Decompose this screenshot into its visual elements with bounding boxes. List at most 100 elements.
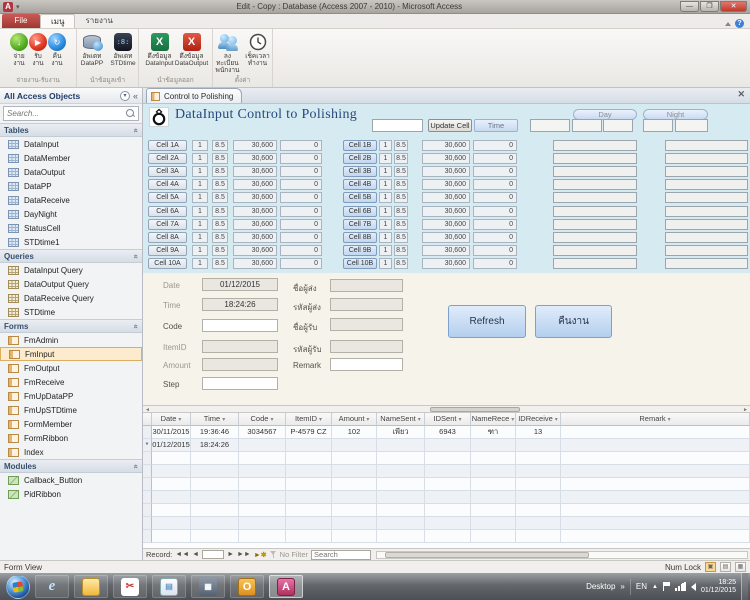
taskbar-ie-button[interactable]: e bbox=[35, 575, 69, 598]
previous-record-icon[interactable]: ◄ bbox=[192, 551, 199, 558]
nav-item-fminput[interactable]: FmInput bbox=[0, 347, 142, 361]
cell-button-cell-10b[interactable]: Cell 10B bbox=[343, 258, 377, 269]
datasheet-cell[interactable]: P-4579 CZ bbox=[286, 426, 332, 439]
nav-item-datareceive-query[interactable]: DataReceive Query bbox=[0, 291, 142, 305]
assign-work-button[interactable]: ↓ จ่าย งาน bbox=[10, 31, 28, 76]
datasheet-cell[interactable]: 3034567 bbox=[239, 426, 286, 439]
column-header-date[interactable]: Date▾ bbox=[152, 413, 191, 426]
datasheet-cell[interactable]: ฑา bbox=[471, 426, 516, 439]
field-input[interactable] bbox=[203, 378, 277, 389]
record-selector[interactable] bbox=[143, 478, 152, 491]
nav-item-fmadmin[interactable]: FmAdmin bbox=[0, 333, 142, 347]
cell-button-cell-10a[interactable]: Cell 10A bbox=[148, 258, 187, 269]
nav-item-fmoutput[interactable]: FmOutput bbox=[0, 361, 142, 375]
cell-button-cell-2a[interactable]: Cell 2A bbox=[148, 153, 187, 164]
datasheet-cell[interactable]: 30/11/2015 bbox=[152, 426, 191, 439]
shutter-close-icon[interactable]: « bbox=[133, 91, 138, 101]
nav-item-statuscell[interactable]: StatusCell bbox=[0, 221, 142, 235]
new-record-selector[interactable]: * bbox=[143, 439, 152, 452]
filter-icon[interactable] bbox=[270, 551, 277, 558]
nav-item-formmember[interactable]: FormMember bbox=[0, 417, 142, 431]
datasheet-cell[interactable] bbox=[561, 439, 750, 452]
column-header-itemid[interactable]: ItemID▾ bbox=[286, 413, 332, 426]
column-header-amount[interactable]: Amount▾ bbox=[332, 413, 377, 426]
action-center-flag-icon[interactable] bbox=[663, 582, 670, 591]
field-input[interactable] bbox=[203, 320, 277, 331]
record-selector[interactable] bbox=[143, 465, 152, 478]
collapse-ribbon-icon[interactable] bbox=[725, 22, 731, 26]
update-stdtime-button[interactable]: :8: อัพเดท STDtime bbox=[108, 31, 138, 76]
taskbar-outlook-button[interactable]: O bbox=[230, 575, 264, 598]
column-dropdown-icon[interactable]: ▾ bbox=[418, 417, 421, 423]
record-selector[interactable] bbox=[143, 517, 152, 530]
cell-button-cell-3b[interactable]: Cell 3B bbox=[343, 166, 377, 177]
return-work-button[interactable]: คืนงาน bbox=[535, 305, 612, 338]
datasheet-horizontal-scrollbar[interactable] bbox=[376, 551, 748, 559]
minimize-button[interactable]: — bbox=[680, 1, 699, 12]
nav-item-daynight[interactable]: DayNight bbox=[0, 207, 142, 221]
register-employee-button[interactable]: ลงทะเบียน พนักงาน bbox=[213, 31, 242, 76]
field-code[interactable] bbox=[202, 319, 278, 332]
restore-button[interactable]: ❐ bbox=[700, 1, 719, 12]
refresh-button[interactable]: Refresh bbox=[448, 305, 526, 338]
cell-button-cell-5a[interactable]: Cell 5A bbox=[148, 192, 187, 203]
field-remark[interactable] bbox=[330, 358, 403, 371]
collapse-chevron-icon[interactable]: « bbox=[131, 464, 140, 468]
cell-button-cell-8b[interactable]: Cell 8B bbox=[343, 232, 377, 243]
nav-item-stdtime[interactable]: STDtime bbox=[0, 305, 142, 319]
return-work-button[interactable]: ↻ คืน งาน bbox=[48, 31, 66, 76]
column-dropdown-icon[interactable]: ▾ bbox=[270, 417, 273, 423]
collapse-chevron-icon[interactable]: « bbox=[131, 324, 140, 328]
receive-work-button[interactable]: ▶ รับ งาน bbox=[29, 31, 47, 76]
collapse-chevron-icon[interactable]: « bbox=[131, 254, 140, 258]
record-selector[interactable] bbox=[143, 426, 152, 439]
column-header-namesent[interactable]: NameSent▾ bbox=[377, 413, 425, 426]
taskbar-notes-button[interactable]: ▤ bbox=[152, 575, 186, 598]
search-icon[interactable] bbox=[126, 109, 135, 118]
taskbar-access-button[interactable]: A bbox=[269, 575, 303, 598]
cell-button-cell-9b[interactable]: Cell 9B bbox=[343, 245, 377, 256]
update-datapp-button[interactable]: อัพเดท DataPP bbox=[77, 31, 107, 76]
cell-button-cell-8a[interactable]: Cell 8A bbox=[148, 232, 187, 243]
collapse-chevron-icon[interactable]: « bbox=[131, 128, 140, 132]
cell-button-cell-6a[interactable]: Cell 6A bbox=[148, 206, 187, 217]
select-all-cell[interactable] bbox=[143, 413, 152, 426]
nav-item-pidribbon[interactable]: PidRibbon bbox=[0, 487, 142, 501]
column-dropdown-icon[interactable]: ▾ bbox=[366, 417, 369, 423]
datasheet-cell[interactable] bbox=[516, 439, 561, 452]
nav-item-fmreceive[interactable]: FmReceive bbox=[0, 375, 142, 389]
new-record-icon[interactable]: ►✱ bbox=[254, 551, 267, 559]
nav-search-input[interactable] bbox=[4, 108, 126, 120]
column-header-idreceive[interactable]: IDReceive▾ bbox=[516, 413, 561, 426]
column-dropdown-icon[interactable]: ▾ bbox=[555, 417, 558, 423]
datasheet-cell[interactable]: 18:24:26 bbox=[191, 439, 239, 452]
datasheet-cell[interactable]: เพียว bbox=[377, 426, 425, 439]
taskbar-snipping-button[interactable]: ✂ bbox=[113, 575, 147, 598]
start-button[interactable] bbox=[6, 575, 30, 599]
cell-button-cell-9a[interactable]: Cell 9A bbox=[148, 245, 187, 256]
field-step[interactable] bbox=[202, 377, 278, 390]
cell-button-cell-7b[interactable]: Cell 7B bbox=[343, 219, 377, 230]
column-dropdown-icon[interactable]: ▾ bbox=[511, 417, 514, 423]
scrollbar-thumb[interactable] bbox=[385, 552, 588, 558]
nav-section-tables[interactable]: Tables« bbox=[0, 123, 142, 137]
nav-item-stdtime1[interactable]: STDtime1 bbox=[0, 235, 142, 249]
toolbar-overflow-icon[interactable]: » bbox=[620, 582, 624, 591]
record-selector[interactable] bbox=[143, 491, 152, 504]
show-desktop-button[interactable] bbox=[741, 573, 748, 600]
column-dropdown-icon[interactable]: ▾ bbox=[668, 417, 671, 423]
language-indicator[interactable]: EN bbox=[636, 582, 647, 591]
tab-menu[interactable]: เมนู bbox=[40, 14, 75, 28]
datasheet-cell[interactable]: 102 bbox=[332, 426, 377, 439]
form-horizontal-scrollbar[interactable]: ◄ ► bbox=[143, 405, 750, 413]
scrollbar-thumb[interactable] bbox=[430, 407, 520, 412]
export-dataoutput-button[interactable]: X ดึงข้อมูล DataOutput bbox=[176, 31, 207, 76]
cell-button-cell-7a[interactable]: Cell 7A bbox=[148, 219, 187, 230]
nav-item-index[interactable]: Index bbox=[0, 445, 142, 459]
time-button[interactable]: Time bbox=[474, 119, 518, 132]
taskbar-calculator-button[interactable]: ▦ bbox=[191, 575, 225, 598]
nav-item-fmupdatapp[interactable]: FmUpDataPP bbox=[0, 389, 142, 403]
column-header-remark[interactable]: Remark▾ bbox=[561, 413, 750, 426]
desktop-toolbar[interactable]: Desktop bbox=[586, 582, 615, 591]
cell-button-cell-3a[interactable]: Cell 3A bbox=[148, 166, 187, 177]
